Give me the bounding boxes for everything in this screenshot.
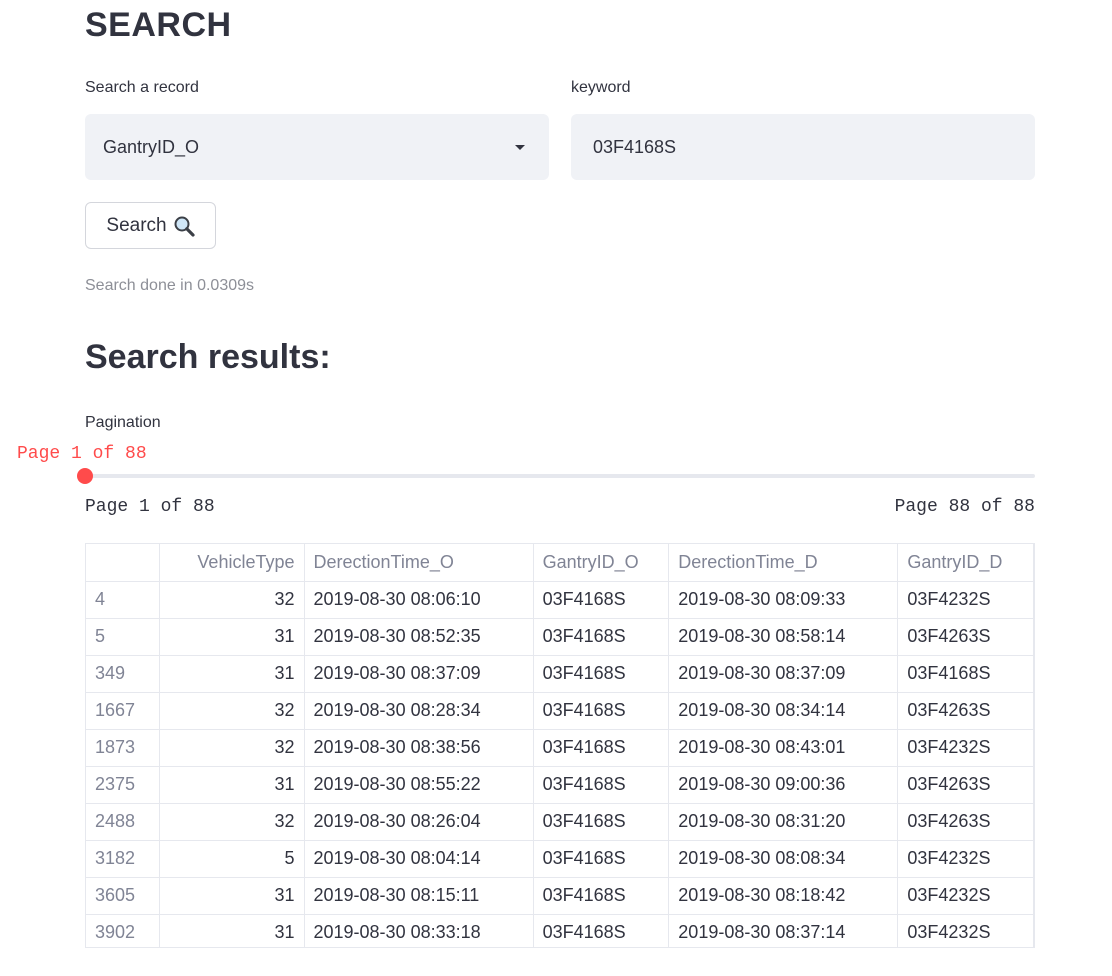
- cell-vehicle-type: 32: [159, 729, 305, 767]
- cell-gantry-id-o: 03F4168S: [533, 914, 670, 947]
- cell-direction-time-o: 2019-08-30 08:38:56: [304, 729, 534, 767]
- cell-index: 3605: [86, 877, 160, 915]
- cell-gantry-id-d: 03F4232S: [897, 877, 1034, 915]
- cell-direction-time-o: 2019-08-30 08:52:35: [304, 618, 534, 656]
- chevron-down-icon: [515, 144, 525, 150]
- cell-vehicle-type: 31: [159, 618, 305, 656]
- cell-direction-time-d: 2019-08-30 08:37:09: [668, 655, 899, 693]
- pagination-slider-track[interactable]: [77, 468, 1035, 484]
- keyword-input[interactable]: [571, 114, 1035, 180]
- cell-index: 1667: [86, 692, 160, 730]
- cell-gantry-id-d: 03F4263S: [897, 618, 1034, 656]
- table-row[interactable]: 1873 32 2019-08-30 08:38:56 03F4168S 2019-08…: [86, 729, 1034, 767]
- table-row[interactable]: 2375 31 2019-08-30 08:55:22 03F4168S 2019-08…: [86, 766, 1034, 804]
- search-button-label: Search: [106, 214, 167, 236]
- column-header-gantry-id-d[interactable]: GantryID_D: [897, 544, 1034, 582]
- cell-gantry-id-d: 03F4232S: [897, 914, 1034, 947]
- table-row[interactable]: 3182 5 2019-08-30 08:04:14 03F4168S 2019-08-…: [86, 840, 1034, 878]
- cell-vehicle-type: 31: [159, 877, 305, 915]
- cell-vehicle-type: 5: [159, 840, 305, 878]
- search-field-select[interactable]: GantryID_O: [85, 114, 549, 180]
- cell-direction-time-d: 2019-08-30 09:00:36: [668, 766, 899, 804]
- cell-direction-time-o: 2019-08-30 08:15:11: [304, 877, 534, 915]
- cell-direction-time-o: 2019-08-30 08:06:10: [304, 581, 534, 619]
- table-row[interactable]: 3605 31 2019-08-30 08:15:11 03F4168S 2019-08…: [86, 877, 1034, 915]
- cell-direction-time-o: 2019-08-30 08:04:14: [304, 840, 534, 878]
- cell-index: 1873: [86, 729, 160, 767]
- results-table[interactable]: VehicleType DerectionTime_O GantryID_O D…: [85, 543, 1035, 948]
- cell-vehicle-type: 32: [159, 803, 305, 841]
- cell-gantry-id-o: 03F4168S: [533, 729, 670, 767]
- column-header-vehicletype[interactable]: VehicleType: [159, 544, 305, 582]
- cell-direction-time-o: 2019-08-30 08:33:18: [304, 914, 534, 947]
- cell-gantry-id-d: 03F4232S: [897, 581, 1034, 619]
- pagination-slider-thumb[interactable]: [77, 468, 93, 484]
- cell-direction-time-o: 2019-08-30 08:55:22: [304, 766, 534, 804]
- cell-index: 5: [86, 618, 160, 656]
- pagination-current-value: Page 1 of 88: [17, 444, 147, 464]
- results-grid: VehicleType DerectionTime_O GantryID_O D…: [86, 544, 1034, 947]
- search-field-label: Search a record: [85, 79, 199, 96]
- pagination-min-label: Page 1 of 88: [85, 497, 215, 517]
- results-title: Search results:: [85, 338, 331, 376]
- cell-direction-time-d: 2019-08-30 08:31:20: [668, 803, 899, 841]
- keyword-label: keyword: [571, 79, 631, 96]
- cell-vehicle-type: 31: [159, 766, 305, 804]
- cell-gantry-id-o: 03F4168S: [533, 692, 670, 730]
- table-row[interactable]: 2488 32 2019-08-30 08:26:04 03F4168S 2019-08…: [86, 803, 1034, 841]
- cell-gantry-id-o: 03F4168S: [533, 766, 670, 804]
- column-header-direction-time-o[interactable]: DerectionTime_O: [304, 544, 534, 582]
- cell-vehicle-type: 31: [159, 655, 305, 693]
- column-header-gantry-id-o[interactable]: GantryID_O: [533, 544, 670, 582]
- column-header-direction-time-d[interactable]: DerectionTime_D: [668, 544, 899, 582]
- search-field-selected-value: GantryID_O: [103, 136, 200, 157]
- cell-gantry-id-o: 03F4168S: [533, 618, 670, 656]
- cell-direction-time-d: 2019-08-30 08:58:14: [668, 618, 899, 656]
- cell-gantry-id-d: 03F4263S: [897, 692, 1034, 730]
- cell-gantry-id-o: 03F4168S: [533, 581, 670, 619]
- table-row[interactable]: 1667 32 2019-08-30 08:28:34 03F4168S 2019-08…: [86, 692, 1034, 730]
- column-header-index[interactable]: [86, 544, 160, 582]
- cell-direction-time-o: 2019-08-30 08:26:04: [304, 803, 534, 841]
- magnifying-glass-icon: [173, 215, 195, 237]
- cell-vehicle-type: 31: [159, 914, 305, 947]
- cell-gantry-id-d: 03F4263S: [897, 803, 1034, 841]
- cell-direction-time-d: 2019-08-30 08:18:42: [668, 877, 899, 915]
- pagination-max-label: Page 88 of 88: [894, 497, 1035, 517]
- table-row[interactable]: 3902 31 2019-08-30 08:33:18 03F4168S 2019-08…: [86, 914, 1034, 947]
- cell-index: 2488: [86, 803, 160, 841]
- cell-gantry-id-d: 03F4168S: [897, 655, 1034, 693]
- cell-gantry-id-d: 03F4263S: [897, 766, 1034, 804]
- cell-vehicle-type: 32: [159, 692, 305, 730]
- table-header-row: VehicleType DerectionTime_O GantryID_O D…: [86, 544, 1034, 582]
- table-row[interactable]: 5 31 2019-08-30 08:52:35 03F4168S 2019-08-30…: [86, 618, 1034, 656]
- page-title: SEARCH: [85, 6, 232, 44]
- cell-gantry-id-o: 03F4168S: [533, 803, 670, 841]
- cell-gantry-id-d: 03F4232S: [897, 729, 1034, 767]
- cell-index: 3902: [86, 914, 160, 947]
- cell-vehicle-type: 32: [159, 581, 305, 619]
- table-row[interactable]: 4 32 2019-08-30 08:06:10 03F4168S 2019-08-30…: [86, 581, 1034, 619]
- cell-gantry-id-o: 03F4168S: [533, 877, 670, 915]
- cell-direction-time-d: 2019-08-30 08:37:14: [668, 914, 899, 947]
- cell-gantry-id-d: 03F4232S: [897, 840, 1034, 878]
- cell-direction-time-d: 2019-08-30 08:34:14: [668, 692, 899, 730]
- cell-index: 2375: [86, 766, 160, 804]
- cell-gantry-id-o: 03F4168S: [533, 655, 670, 693]
- cell-direction-time-d: 2019-08-30 08:08:34: [668, 840, 899, 878]
- cell-gantry-id-o: 03F4168S: [533, 840, 670, 878]
- cell-index: 3182: [86, 840, 160, 878]
- cell-direction-time-o: 2019-08-30 08:37:09: [304, 655, 534, 693]
- pagination-label: Pagination: [85, 414, 161, 431]
- table-row[interactable]: 349 31 2019-08-30 08:37:09 03F4168S 2019-08-…: [86, 655, 1034, 693]
- cell-direction-time-o: 2019-08-30 08:28:34: [304, 692, 534, 730]
- search-status-text: Search done in 0.0309s: [85, 277, 255, 294]
- search-button[interactable]: Search: [85, 202, 216, 249]
- cell-direction-time-d: 2019-08-30 08:09:33: [668, 581, 899, 619]
- cell-index: 349: [86, 655, 160, 693]
- cell-index: 4: [86, 581, 160, 619]
- cell-direction-time-d: 2019-08-30 08:43:01: [668, 729, 899, 767]
